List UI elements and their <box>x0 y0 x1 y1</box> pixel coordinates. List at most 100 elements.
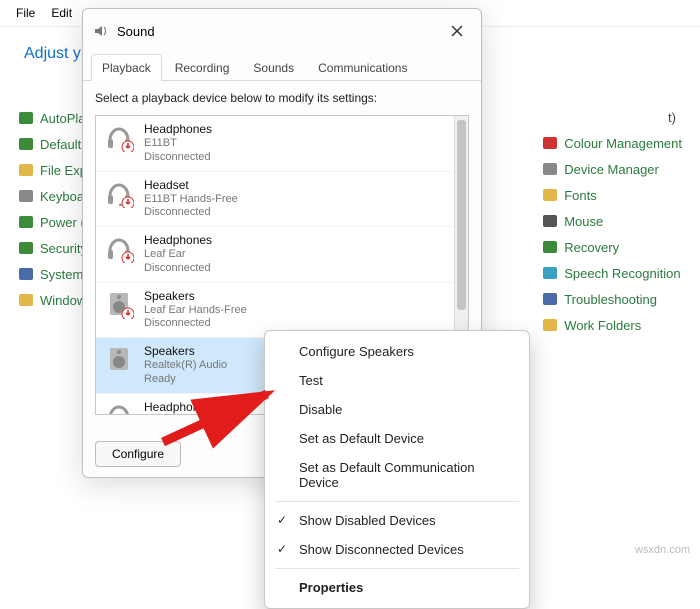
ctx-test[interactable]: Test <box>265 366 529 395</box>
cpl-label: Device Manager <box>564 162 659 177</box>
configure-button[interactable]: Configure <box>95 441 181 467</box>
tab-recording[interactable]: Recording <box>164 54 241 81</box>
cpl-label: Keyboa <box>40 189 84 204</box>
recovery-icon <box>542 239 558 255</box>
cpl-label: Speech Recognition <box>564 266 680 281</box>
dialog-titlebar: Sound <box>83 9 481 53</box>
device-sub: Leaf Ear Hands-Free <box>144 304 247 318</box>
cpl-item-speech[interactable]: Speech Recognition <box>542 265 682 281</box>
cpl-item-security[interactable]: Security <box>18 240 87 256</box>
cpl-label: System <box>40 267 83 282</box>
mouse-icon <box>542 213 558 229</box>
device-status: Ready <box>144 373 227 387</box>
cpl-item-troubleshoot[interactable]: Troubleshooting <box>542 291 682 307</box>
headset-icon <box>104 178 134 208</box>
cpl-label: Troubleshooting <box>564 292 657 307</box>
device-name: Speakers <box>144 289 247 304</box>
cpl-item-system[interactable]: System <box>18 266 87 282</box>
device-row[interactable]: HeadphonesE11BTDisconnected <box>96 116 468 172</box>
headphones-icon <box>104 122 134 152</box>
speaker-icon <box>104 344 134 374</box>
cpl-label: Window <box>40 293 86 308</box>
ctx-set-default-device[interactable]: Set as Default Device <box>265 424 529 453</box>
separator <box>275 501 519 502</box>
device-sub: Leaf Ear <box>144 248 212 262</box>
cpl-item-power[interactable]: Power ( <box>18 214 87 230</box>
ctx-disable[interactable]: Disable <box>265 395 529 424</box>
cpl-label: Security <box>40 241 87 256</box>
dialog-title: Sound <box>117 24 155 39</box>
device-sub: Realtek(R) Audio <box>144 415 227 416</box>
tab-sounds[interactable]: Sounds <box>242 54 305 81</box>
device-name: Headset <box>144 178 238 193</box>
cpl-item-recovery[interactable]: Recovery <box>542 239 682 255</box>
device-row[interactable]: HeadphonesLeaf EarDisconnected <box>96 227 468 283</box>
cpl-item-default-programs[interactable]: Default <box>18 136 87 152</box>
cpl-label: Mouse <box>564 214 603 229</box>
ctx-show-disconnected[interactable]: Show Disconnected Devices <box>265 535 529 564</box>
context-menu: Configure Speakers Test Disable Set as D… <box>264 330 530 609</box>
work-folders-icon <box>542 317 558 333</box>
cpl-label: Colour Management <box>564 136 682 151</box>
device-sub: E11BT <box>144 137 212 151</box>
close-icon <box>451 25 463 37</box>
device-status: Disconnected <box>144 262 212 276</box>
watermark: wsxdn.com <box>635 544 690 556</box>
cpl-label: File Exp <box>40 163 87 178</box>
color-icon <box>542 135 558 151</box>
speech-icon <box>542 265 558 281</box>
power-icon <box>18 214 34 230</box>
scrollbar-thumb[interactable] <box>457 120 466 310</box>
cpl-label: Fonts <box>564 188 597 203</box>
cpl-label: Recovery <box>564 240 619 255</box>
cpl-label: Power ( <box>40 215 85 230</box>
cpl-item-device-manager[interactable]: Device Manager <box>542 161 682 177</box>
cpl-label: AutoPla <box>40 111 86 126</box>
tab-communications[interactable]: Communications <box>307 54 418 81</box>
close-button[interactable] <box>443 17 471 45</box>
autoplay-icon <box>18 110 34 126</box>
cpl-label: Default <box>40 137 81 152</box>
default-programs-icon <box>18 136 34 152</box>
device-name: Headphones <box>144 122 212 137</box>
headphones-icon <box>104 233 134 263</box>
windows-tools-icon <box>18 292 34 308</box>
cpl-item-work-folders[interactable]: Work Folders <box>542 317 682 333</box>
fonts-icon <box>542 187 558 203</box>
tab-strip: Playback Recording Sounds Communications <box>83 53 481 81</box>
sound-icon <box>93 23 109 39</box>
menu-edit[interactable]: Edit <box>45 4 78 22</box>
headphones-icon <box>104 400 134 416</box>
speaker-icon <box>104 289 134 319</box>
ctx-configure-speakers[interactable]: Configure Speakers <box>265 337 529 366</box>
separator <box>275 568 519 569</box>
system-icon <box>18 266 34 282</box>
ctx-set-default-comm-device[interactable]: Set as Default Communication Device <box>265 453 529 497</box>
device-status: Disconnected <box>144 317 247 331</box>
cpl-label: Work Folders <box>564 318 641 333</box>
cpl-item-file-explorer[interactable]: File Exp <box>18 162 87 178</box>
ctx-show-disabled[interactable]: Show Disabled Devices <box>265 506 529 535</box>
menu-file[interactable]: File <box>10 4 41 22</box>
troubleshoot-icon <box>542 291 558 307</box>
cpl-item-color[interactable]: Colour Management <box>542 135 682 151</box>
tab-playback[interactable]: Playback <box>91 54 162 81</box>
security-icon <box>18 240 34 256</box>
device-name: Speakers <box>144 344 227 359</box>
device-sub: E11BT Hands-Free <box>144 193 238 207</box>
device-status: Disconnected <box>144 151 212 165</box>
cpl-item-windows-tools[interactable]: Window <box>18 292 87 308</box>
device-sub: Realtek(R) Audio <box>144 359 227 373</box>
cpl-item-keyboard[interactable]: Keyboa <box>18 188 87 204</box>
file-explorer-icon <box>18 162 34 178</box>
cpl-item-mouse[interactable]: Mouse <box>542 213 682 229</box>
device-status: Disconnected <box>144 206 238 220</box>
device-name: Headphones <box>144 233 212 248</box>
ctx-properties[interactable]: Properties <box>265 573 529 602</box>
device-row[interactable]: HeadsetE11BT Hands-FreeDisconnected <box>96 172 468 228</box>
cpl-item-fonts[interactable]: Fonts <box>542 187 682 203</box>
keyboard-icon <box>18 188 34 204</box>
cpl-item-autoplay[interactable]: AutoPla <box>18 110 87 126</box>
truncated-text: t) <box>668 110 676 125</box>
instruction-text: Select a playback device below to modify… <box>95 91 469 105</box>
